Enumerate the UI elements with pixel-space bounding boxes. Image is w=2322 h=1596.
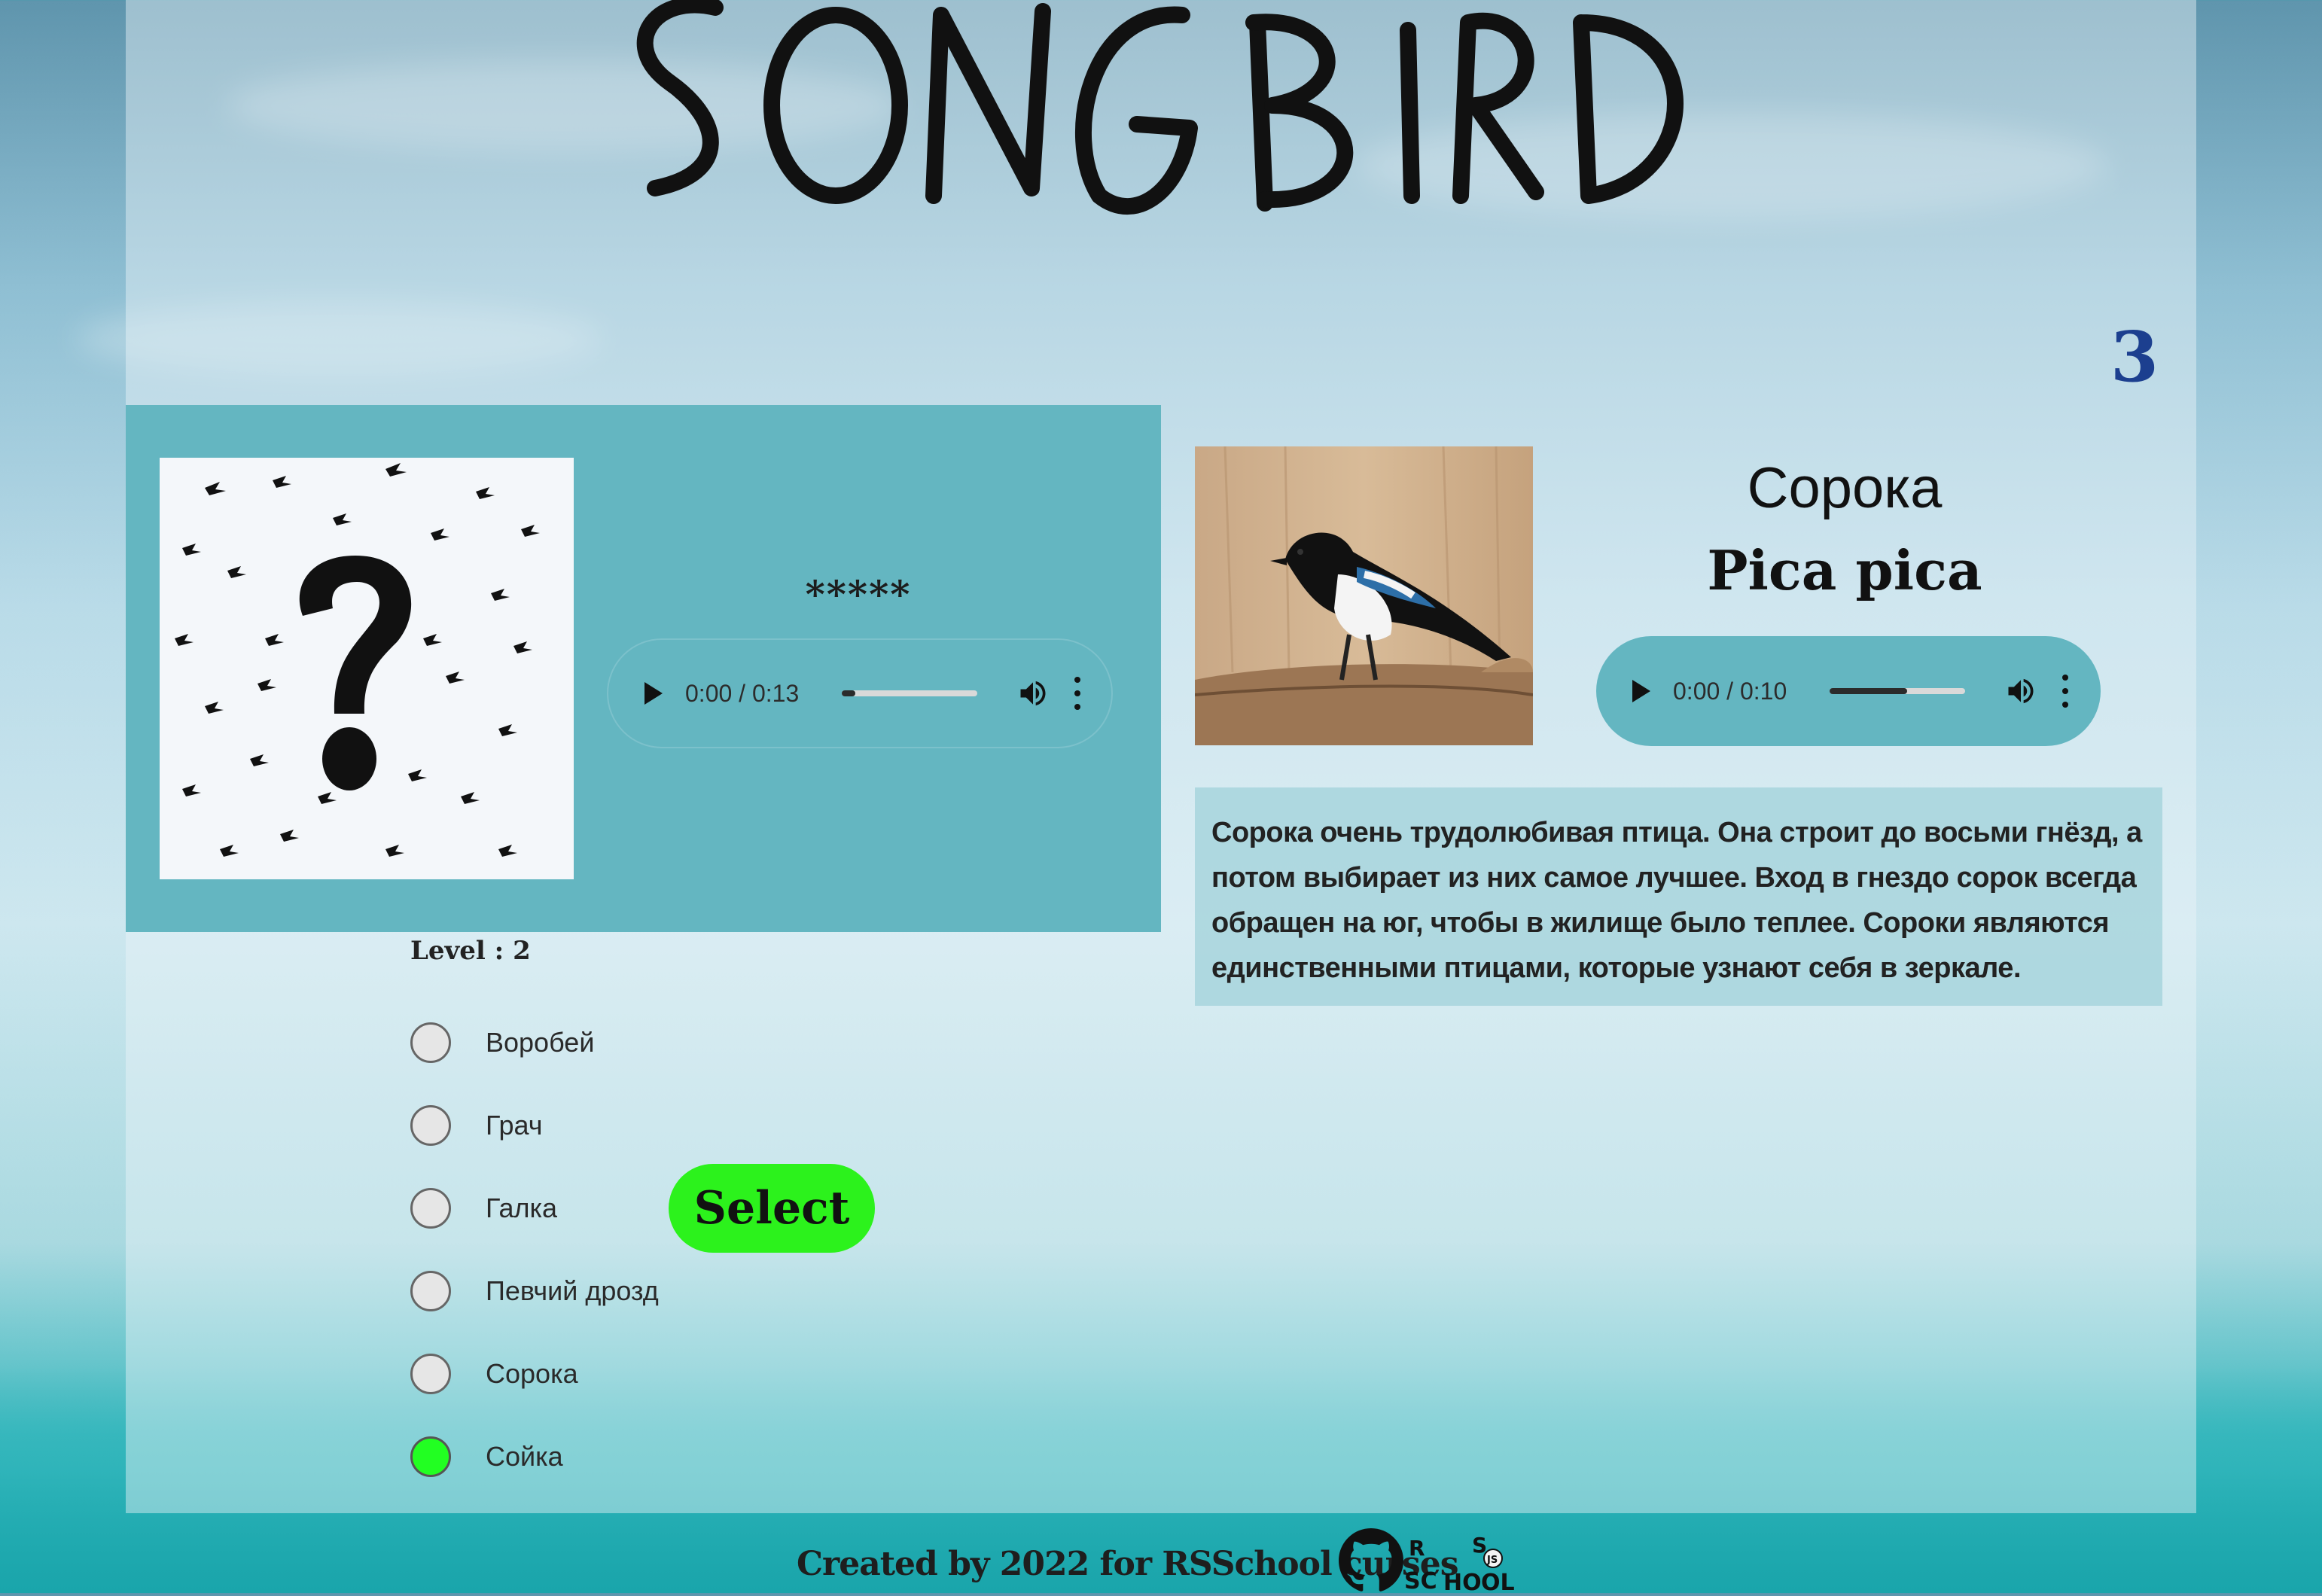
answer-label: Сорока (486, 1358, 578, 1389)
volume-icon[interactable] (2004, 675, 2037, 708)
songbird-logo (636, 0, 1684, 215)
audio-progress-bar[interactable] (842, 690, 977, 696)
magpie-photo (1195, 446, 1533, 745)
answer-option[interactable]: Певчий дрозд (410, 1250, 659, 1333)
rs-school-logo[interactable]: R S SC HO OL JS (1404, 1533, 1525, 1596)
rs-school-logo-mark: R S SC HO OL JS (1404, 1533, 1515, 1596)
audio-progress-bar[interactable] (1830, 688, 1965, 694)
svg-text:JS: JS (1486, 1555, 1498, 1566)
answer-option[interactable]: Грач (410, 1084, 659, 1167)
radio-button[interactable] (410, 1188, 451, 1229)
github-icon[interactable] (1339, 1528, 1403, 1593)
answer-label: Галка (486, 1192, 558, 1223)
answer-option[interactable]: Галка (410, 1167, 659, 1250)
answer-option[interactable]: Воробей (410, 1001, 659, 1084)
more-options-icon[interactable] (1072, 677, 1083, 710)
question-audio-player[interactable]: 0:00 / 0:13 (607, 638, 1113, 748)
answer-label: Сойка (486, 1441, 563, 1472)
question-mark-birds-image (175, 463, 540, 857)
answer-audio-player[interactable]: 0:00 / 0:10 (1596, 636, 2101, 746)
bird-description: Сорока очень трудолюбивая птица. Она стр… (1195, 787, 2162, 1006)
answer-option[interactable]: Сойка (410, 1415, 659, 1498)
svg-text:SC: SC (1404, 1568, 1437, 1593)
score: 3 (2110, 316, 2159, 397)
radio-button[interactable] (410, 1436, 451, 1477)
radio-button[interactable] (410, 1271, 451, 1311)
radio-button[interactable] (410, 1105, 451, 1146)
bird-photo (1195, 446, 1533, 745)
bird-name: Сорока (1747, 456, 1943, 520)
answer-label: Грач (486, 1110, 543, 1141)
radio-button[interactable] (410, 1354, 451, 1394)
svg-text:R: R (1409, 1536, 1425, 1561)
hidden-bird-name: ***** (805, 572, 912, 617)
svg-text:HO: HO (1443, 1570, 1482, 1593)
bird-latin-name: Pica pica (1707, 538, 1982, 602)
audio-time: 0:00 / 0:10 (1673, 677, 1787, 705)
answer-label: Воробей (486, 1027, 595, 1058)
audio-progress-fill (842, 690, 855, 696)
audio-progress-fill (1830, 688, 1907, 694)
play-icon[interactable] (1632, 680, 1650, 702)
audio-time: 0:00 / 0:13 (685, 679, 800, 707)
volume-icon[interactable] (1016, 677, 1050, 710)
radio-button[interactable] (410, 1022, 451, 1063)
answer-list: Воробей Грач Галка Певчий дрозд Сорока С… (410, 1001, 659, 1498)
more-options-icon[interactable] (2060, 675, 2071, 708)
svg-text:OL: OL (1481, 1570, 1515, 1593)
play-icon[interactable] (644, 682, 663, 705)
select-button[interactable]: Select (669, 1164, 875, 1253)
level-label: Level : 2 (410, 936, 531, 966)
answer-option[interactable]: Сорока (410, 1333, 659, 1415)
answer-label: Певчий дрозд (486, 1275, 659, 1306)
mystery-bird-image (160, 458, 574, 879)
